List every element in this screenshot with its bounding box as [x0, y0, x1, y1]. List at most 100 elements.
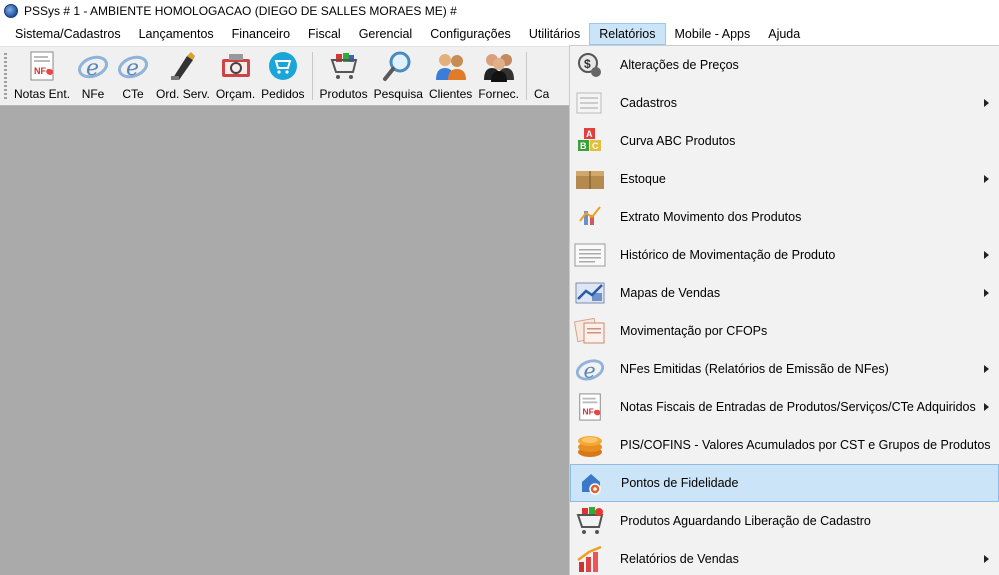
relatorios-dropdown-menu: $ Alterações de Preços Cadastros ABC Cur…	[569, 45, 999, 575]
menu-item-label: Notas Fiscais de Entradas de Produtos/Se…	[620, 400, 976, 414]
menu-financeiro[interactable]: Financeiro	[223, 23, 299, 45]
mdi-workspace[interactable]	[0, 106, 570, 575]
menu-mobile-apps[interactable]: Mobile - Apps	[666, 23, 760, 45]
submenu-arrow-icon	[984, 365, 989, 373]
menu-utilitarios[interactable]: Utilitários	[520, 23, 589, 45]
toolbar-button-pesquisa[interactable]: Pesquisa	[371, 47, 426, 103]
menu-item-label: Produtos Aguardando Liberação de Cadastr…	[620, 514, 871, 528]
menu-item-mapas-vendas[interactable]: Mapas de Vendas	[570, 274, 999, 312]
nfe-icon: e	[573, 352, 607, 386]
toolbar-button-produtos[interactable]: Produtos	[317, 47, 371, 103]
clients-icon	[434, 49, 468, 83]
menu-fiscal[interactable]: Fiscal	[299, 23, 350, 45]
toolbar-button-orcam[interactable]: Orçam.	[213, 47, 258, 103]
menu-item-label: Estoque	[620, 172, 666, 186]
menu-item-label: Histórico de Movimentação de Produto	[620, 248, 836, 262]
menu-item-label: Relatórios de Vendas	[620, 552, 739, 566]
loyalty-points-icon	[574, 466, 608, 500]
toolbar-icon-partial	[536, 49, 548, 83]
toolbar: NFe Notas Ent. e NFe e CTe Ord. Serv. Or…	[0, 46, 570, 106]
toolbar-label: CTe	[122, 87, 144, 101]
menu-item-label: Extrato Movimento dos Produtos	[620, 210, 802, 224]
menu-item-label: Alterações de Preços	[620, 58, 739, 72]
submenu-arrow-icon	[984, 175, 989, 183]
menu-configuracoes[interactable]: Configurações	[421, 23, 520, 45]
toolbar-label: Clientes	[428, 87, 473, 101]
toolbar-button-cte[interactable]: e CTe	[113, 47, 153, 103]
toolbar-button-fornec[interactable]: Fornec.	[475, 47, 522, 103]
toolbar-separator	[526, 52, 527, 100]
invoice-icon: NFe	[25, 49, 59, 83]
submenu-arrow-icon	[984, 99, 989, 107]
menu-item-movimentacao-cfops[interactable]: Movimentação por CFOPs	[570, 312, 999, 350]
toolbar-label: Pesquisa	[373, 87, 423, 101]
svg-text:B: B	[580, 141, 587, 151]
service-order-icon	[166, 49, 200, 83]
menu-item-notas-fiscais-entradas[interactable]: NFe Notas Fiscais de Entradas de Produto…	[570, 388, 999, 426]
menu-lancamentos[interactable]: Lançamentos	[130, 23, 223, 45]
abc-blocks-icon: ABC	[573, 124, 607, 158]
menu-item-label: PIS/COFINS - Valores Acumulados por CST …	[620, 438, 991, 452]
svg-text:e: e	[583, 358, 595, 382]
toolbar-label: Notas Ent.	[14, 87, 71, 101]
toolbar-label: Fornec.	[478, 87, 519, 101]
toolbar-separator	[311, 52, 313, 100]
title-bar: PSSys # 1 - AMBIENTE HOMOLOGACAO (DIEGO …	[0, 0, 999, 22]
toolbar-button-ord-serv[interactable]: Ord. Serv.	[153, 47, 213, 103]
submenu-arrow-icon	[984, 403, 989, 411]
svg-text:$: $	[584, 57, 591, 71]
toolbar-label: Pedidos	[261, 87, 305, 101]
menu-gerencial[interactable]: Gerencial	[350, 23, 422, 45]
menu-item-curva-abc[interactable]: ABC Curva ABC Produtos	[570, 122, 999, 160]
cart-circle-icon	[266, 49, 300, 83]
quote-icon	[219, 49, 253, 83]
price-change-icon: $	[573, 48, 607, 82]
coins-icon	[573, 428, 607, 462]
invoice-icon: NFe	[573, 390, 607, 424]
svg-text:C: C	[592, 141, 599, 151]
stock-boxes-icon	[573, 162, 607, 196]
menu-item-label: Movimentação por CFOPs	[620, 324, 768, 338]
menu-item-estoque[interactable]: Estoque	[570, 160, 999, 198]
menu-bar: Sistema/Cadastros Lançamentos Financeiro…	[0, 22, 999, 46]
submenu-arrow-icon	[984, 251, 989, 259]
menu-ajuda[interactable]: Ajuda	[759, 23, 809, 45]
menu-item-cadastros[interactable]: Cadastros	[570, 84, 999, 122]
nfe-icon: e	[76, 49, 110, 83]
menu-item-nfes-emitidas[interactable]: e NFes Emitidas (Relatórios de Emissão d…	[570, 350, 999, 388]
toolbar-label: Produtos	[319, 87, 368, 101]
menu-item-relatorios-vendas[interactable]: Relatórios de Vendas	[570, 540, 999, 575]
toolbar-button-ca[interactable]: Ca	[531, 47, 552, 103]
svg-text:e: e	[126, 56, 139, 81]
sales-growth-icon	[573, 542, 607, 575]
menu-item-historico-movimentacao[interactable]: Histórico de Movimentação de Produto	[570, 236, 999, 274]
menu-item-produtos-aguardando[interactable]: Produtos Aguardando Liberação de Cadastr…	[570, 502, 999, 540]
toolbar-label: Ca	[534, 87, 550, 101]
app-logo-icon	[4, 4, 18, 18]
toolbar-button-notas-ent[interactable]: NFe Notas Ent.	[11, 47, 73, 103]
list-document-icon	[573, 238, 607, 272]
menu-sistema-cadastros[interactable]: Sistema/Cadastros	[6, 23, 130, 45]
magnifier-icon	[381, 49, 415, 83]
menu-item-label: NFes Emitidas (Relatórios de Emissão de …	[620, 362, 889, 376]
menu-item-extrato-movimento[interactable]: Extrato Movimento dos Produtos	[570, 198, 999, 236]
toolbar-button-clientes[interactable]: Clientes	[426, 47, 475, 103]
products-cart-icon	[327, 49, 361, 83]
svg-text:A: A	[586, 129, 593, 139]
menu-relatorios[interactable]: Relatórios	[589, 23, 666, 45]
toolbar-grip[interactable]	[4, 53, 7, 101]
movement-chart-icon	[573, 200, 607, 234]
submenu-arrow-icon	[984, 289, 989, 297]
window-title: PSSys # 1 - AMBIENTE HOMOLOGACAO (DIEGO …	[24, 4, 457, 18]
records-icon	[573, 86, 607, 120]
sales-map-icon	[573, 276, 607, 310]
menu-item-label: Curva ABC Produtos	[620, 134, 736, 148]
suppliers-icon	[482, 49, 516, 83]
toolbar-button-nfe[interactable]: e NFe	[73, 47, 113, 103]
menu-item-pis-cofins[interactable]: PIS/COFINS - Valores Acumulados por CST …	[570, 426, 999, 464]
pending-products-icon	[573, 504, 607, 538]
menu-item-pontos-fidelidade[interactable]: Pontos de Fidelidade	[570, 464, 999, 502]
menu-item-label: Mapas de Vendas	[620, 286, 721, 300]
toolbar-button-pedidos[interactable]: Pedidos	[258, 47, 307, 103]
menu-item-alteracoes-precos[interactable]: $ Alterações de Preços	[570, 46, 999, 84]
